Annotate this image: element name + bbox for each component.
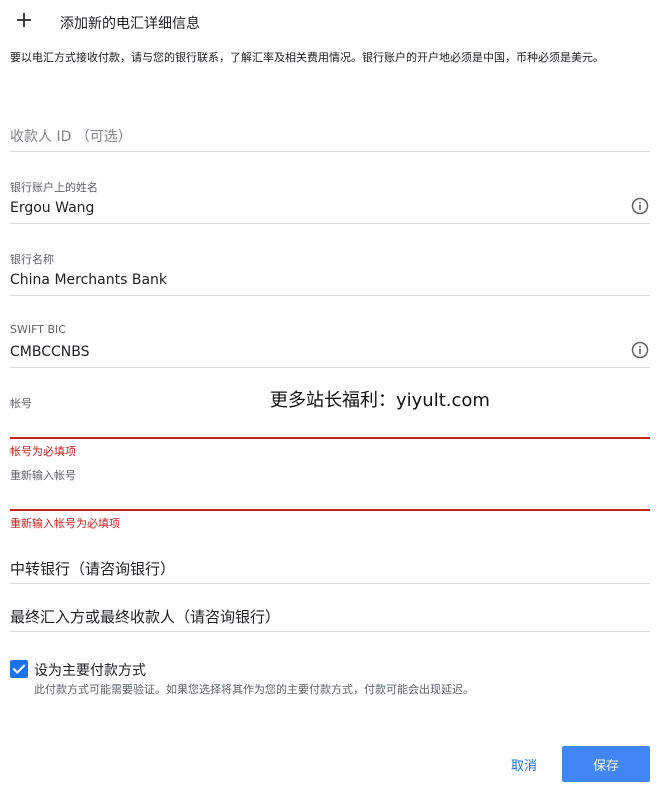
- plus-icon[interactable]: [14, 10, 34, 30]
- account-number-underline: [10, 437, 650, 439]
- info-icon[interactable]: [631, 341, 649, 359]
- intermediary-bank-underline: [10, 583, 650, 584]
- confirm-account-label: 重新输入帐号: [10, 469, 76, 482]
- swift-underline: [10, 367, 650, 368]
- account-number-error: 帐号为必填项: [10, 445, 76, 458]
- bank-name-label: 银行名称: [10, 253, 54, 266]
- payee-id-underline: [10, 151, 650, 152]
- info-icon[interactable]: [631, 197, 649, 215]
- watermark-text: 更多站长福利：yiyult.com: [270, 390, 490, 411]
- bank-name-underline: [10, 295, 650, 296]
- swift-label: SWIFT BIC: [10, 323, 66, 336]
- save-button[interactable]: 保存: [562, 746, 650, 782]
- primary-checkbox[interactable]: [10, 660, 28, 678]
- intro-text: 要以电汇方式接收付款，请与您的银行联系，了解汇率及相关费用情况。银行账户的开户地…: [10, 51, 604, 64]
- account-number-label: 帐号: [10, 397, 32, 410]
- confirm-account-error: 重新输入帐号为必填项: [10, 517, 120, 530]
- cancel-button[interactable]: 取消: [498, 746, 550, 782]
- bank-name-input[interactable]: China Merchants Bank: [10, 272, 167, 288]
- final-beneficiary-underline: [10, 631, 650, 632]
- account-name-underline: [10, 223, 650, 224]
- payee-id-input[interactable]: 收款人 ID （可选）: [10, 126, 132, 146]
- account-name-label: 银行账户上的姓名: [10, 181, 98, 194]
- primary-checkbox-label[interactable]: 设为主要付款方式: [34, 660, 146, 680]
- page-title: 添加新的电汇详细信息: [60, 16, 200, 32]
- primary-checkbox-note: 此付款方式可能需要验证。如果您选择将其作为您的主要付款方式，付款可能会出现延迟。: [34, 683, 474, 696]
- final-beneficiary-input[interactable]: 最终汇入方或最终收款人（请咨询银行）: [10, 606, 280, 627]
- account-name-input[interactable]: Ergou Wang: [10, 200, 94, 216]
- swift-input[interactable]: CMBCCNBS: [10, 344, 89, 360]
- intermediary-bank-input[interactable]: 中转银行（请咨询银行）: [10, 558, 175, 579]
- confirm-account-underline: [10, 509, 650, 511]
